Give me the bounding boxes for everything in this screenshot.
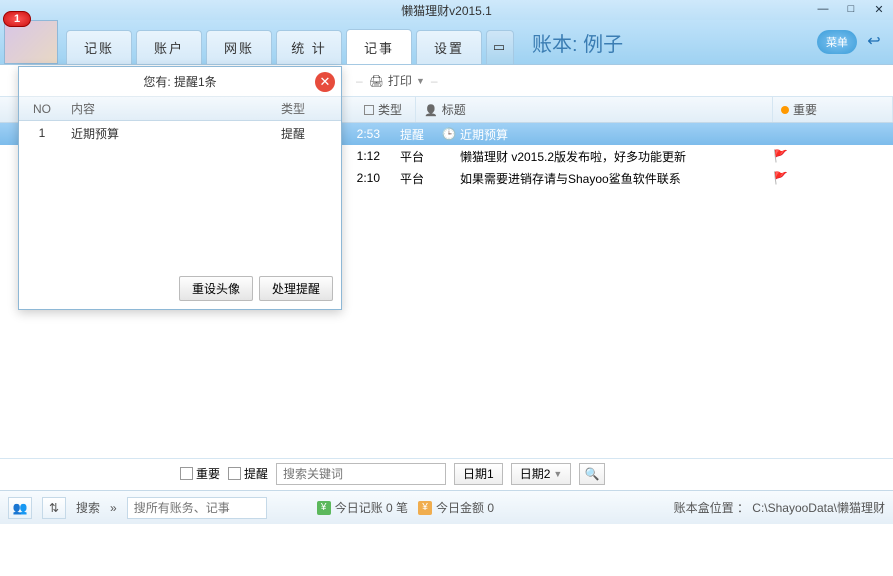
- date1-button[interactable]: 日期1: [454, 463, 503, 485]
- handle-reminder-button[interactable]: 处理提醒: [259, 276, 333, 301]
- clock-icon: [442, 127, 457, 141]
- checkbox-remind[interactable]: 提醒: [228, 465, 268, 482]
- back-icon[interactable]: ↩: [863, 30, 885, 52]
- search-label: 搜索: [76, 499, 100, 516]
- tabbar: 1 记账 账户 网账 统 计 记事 设置 ▭ 账本: 例子 菜单 ↩: [0, 20, 893, 64]
- close-button[interactable]: ✕: [865, 0, 893, 18]
- flag-icon: [773, 149, 788, 163]
- chevron-down-icon: ▼: [416, 76, 425, 86]
- date2-button[interactable]: 日期2▼: [511, 463, 572, 485]
- search-input[interactable]: [276, 463, 446, 485]
- separator: –: [356, 74, 363, 88]
- printer-icon: 🖨: [369, 74, 384, 88]
- person-icon: [424, 103, 438, 117]
- box-location: 账本盒位置 ： C:\ShayooData\懒猫理财: [674, 499, 885, 516]
- maximize-button[interactable]: □: [837, 0, 865, 18]
- popup-columns: NO 内容 类型: [19, 97, 341, 121]
- titlebar: 懒猫理财v2015.1 — □ ✕: [0, 0, 893, 20]
- col-important[interactable]: 重要: [773, 97, 893, 122]
- popup-footer: 重设头像 处理提醒: [179, 276, 333, 301]
- flag-icon: [773, 171, 788, 185]
- checkbox-icon: [180, 467, 193, 480]
- col-title[interactable]: 标题: [416, 97, 773, 122]
- checkbox-important[interactable]: 重要: [180, 465, 220, 482]
- popup-row[interactable]: 1 近期预算 提醒: [19, 121, 341, 145]
- sync-button[interactable]: ⇅: [42, 497, 66, 519]
- tab-journal[interactable]: 记账: [66, 30, 132, 64]
- window-controls: — □ ✕: [809, 0, 893, 18]
- tab-ledger-icon[interactable]: ▭: [486, 30, 514, 64]
- list-icon: [364, 105, 374, 115]
- chevron-down-icon: ▼: [553, 469, 562, 479]
- today-entries: ¥今日记账 0 笔: [317, 499, 408, 516]
- print-button[interactable]: 🖨 打印 ▼: [369, 72, 425, 89]
- tab-stats[interactable]: 统 计: [276, 30, 342, 64]
- notification-badge: 1: [3, 11, 31, 27]
- separator: –: [431, 74, 438, 88]
- today-amount: ¥今日金额 0: [418, 499, 494, 516]
- checkbox-icon: [228, 467, 241, 480]
- tab-online[interactable]: 网账: [206, 30, 272, 64]
- search-button[interactable]: 🔍: [579, 463, 605, 485]
- global-search-input[interactable]: [127, 497, 267, 519]
- yen-icon: ¥: [317, 501, 331, 515]
- yen-icon: ¥: [418, 501, 432, 515]
- user-button[interactable]: 👥: [8, 497, 32, 519]
- popup-header: 您有: 提醒1条 ✕: [19, 67, 341, 97]
- ledger-label: 账本: 例子: [532, 28, 623, 57]
- reset-avatar-button[interactable]: 重设头像: [179, 276, 253, 301]
- popup-close-button[interactable]: ✕: [315, 72, 335, 92]
- tab-accounts[interactable]: 账户: [136, 30, 202, 64]
- minimize-button[interactable]: —: [809, 0, 837, 18]
- filter-bar: 重要 提醒 日期1 日期2▼ 🔍: [0, 458, 893, 488]
- col-type[interactable]: 类型: [356, 97, 416, 122]
- search-icon: 🔍: [585, 467, 600, 481]
- tab-settings[interactable]: 设置: [416, 30, 482, 64]
- avatar[interactable]: 1: [4, 20, 58, 64]
- reminder-popup: 您有: 提醒1条 ✕ NO 内容 类型 1 近期预算 提醒 重设头像 处理提醒: [18, 66, 342, 310]
- menu-button[interactable]: 菜单: [817, 30, 857, 54]
- app-title: 懒猫理财v2015.1: [401, 2, 492, 19]
- tab-notes[interactable]: 记事: [346, 29, 412, 65]
- dot-icon: [781, 106, 789, 114]
- status-bar: 👥 ⇅ 搜索 » ¥今日记账 0 笔 ¥今日金额 0 账本盒位置 ： C:\Sh…: [0, 490, 893, 524]
